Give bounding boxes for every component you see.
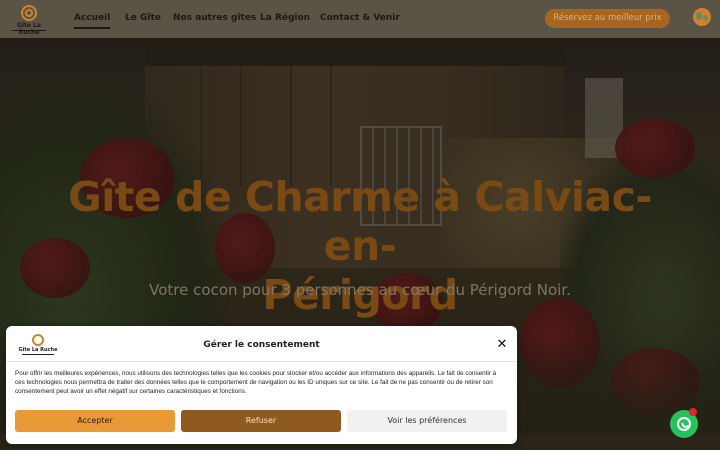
accept-button[interactable]: Accepter (15, 410, 175, 432)
site-header: Gîte La Ruche Accueil Le Gîte Nos autres… (0, 0, 720, 38)
nav-item-accueil[interactable]: Accueil (74, 13, 111, 29)
nav-item-region[interactable]: La Région (260, 13, 310, 23)
consent-description: Pour offrir les meilleures expériences, … (15, 370, 497, 395)
logo-inner-ring-icon (25, 9, 33, 17)
logo-text: Gîte La Ruche (17, 22, 41, 36)
logo-underline (12, 30, 46, 31)
nav-item-contact[interactable]: Contact & Venir (320, 13, 400, 23)
book-button[interactable]: Réservez au meilleur prix (545, 9, 670, 28)
consent-title: Gérer le consentement (203, 340, 320, 350)
consent-logo-underline (22, 354, 54, 355)
hero-title-line-1: Gîte de Charme à Calviac-en- (68, 173, 652, 270)
whatsapp-phone-icon (677, 417, 691, 431)
close-icon[interactable]: ✕ (496, 338, 508, 351)
notification-dot (689, 408, 697, 416)
nav-item-autres-gites[interactable]: Nos autres gîtes (173, 13, 256, 23)
nav-item-le-gite[interactable]: Le Gîte (125, 13, 161, 23)
consent-divider (6, 361, 517, 362)
hero-subtitle: Votre cocon pour 3 personnes au cœur du … (149, 281, 571, 299)
site-logo[interactable]: Gîte La Ruche (8, 5, 50, 36)
globe-icon[interactable] (693, 8, 711, 26)
refuse-button[interactable]: Refuser (181, 410, 341, 432)
cookie-consent-dialog: Gîte La Ruche Gérer le consentement ✕ Po… (6, 326, 517, 444)
view-preferences-button[interactable]: Voir les préférences (347, 410, 507, 432)
